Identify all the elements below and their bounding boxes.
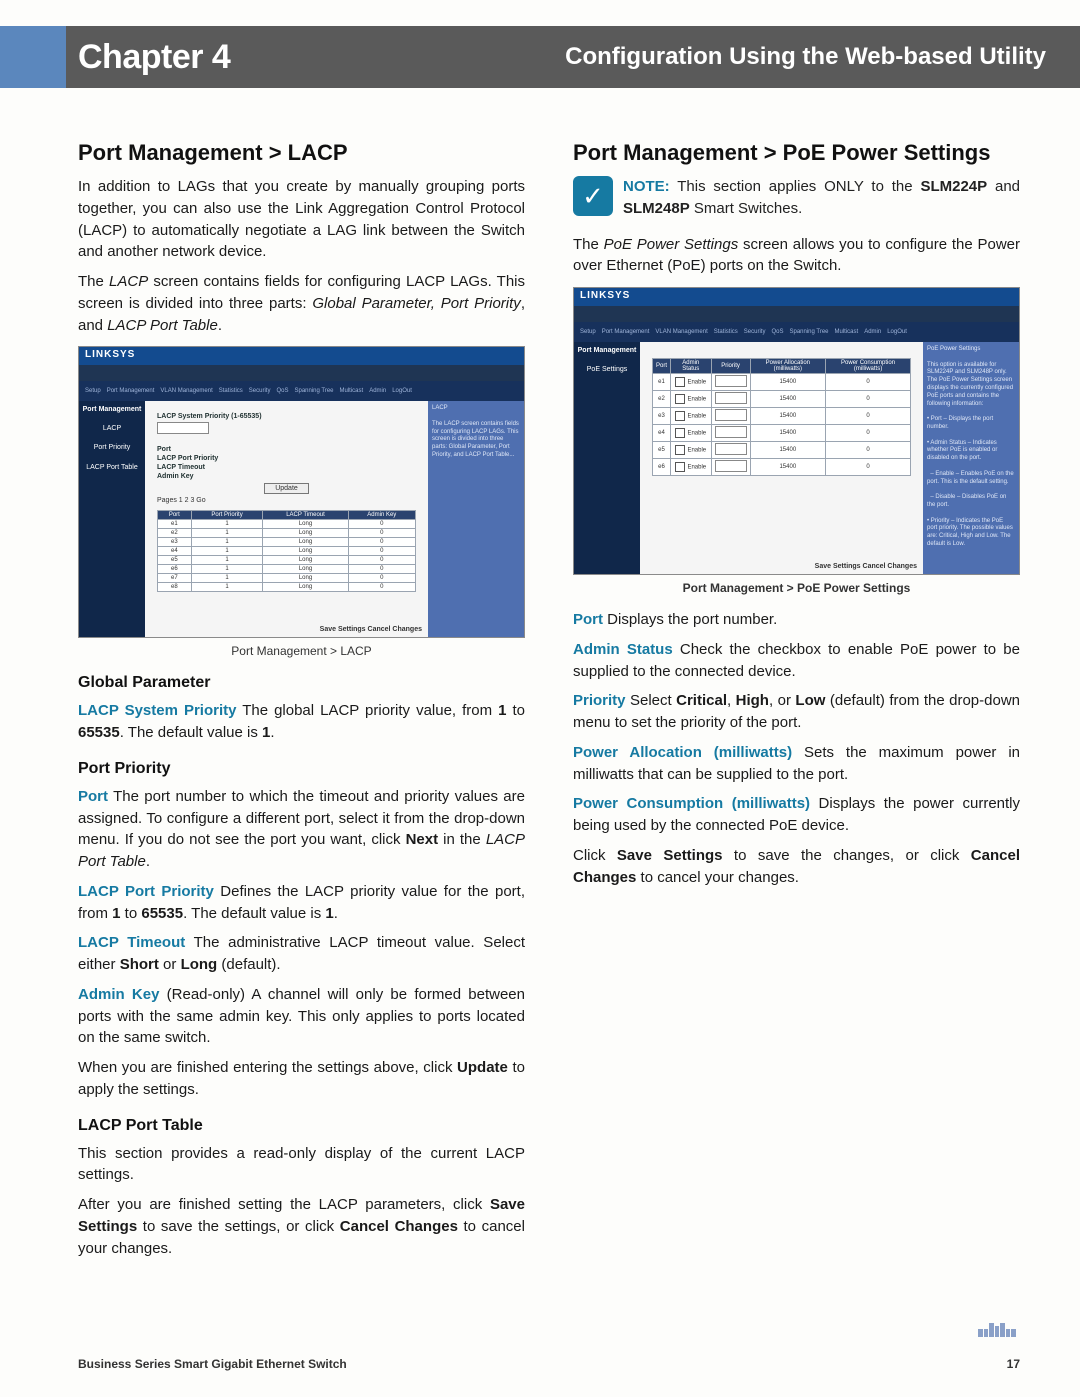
priority-select[interactable] <box>715 460 747 472</box>
paragraph: Port Displays the port number. <box>573 609 1020 631</box>
checkbox-icon[interactable] <box>675 445 685 455</box>
paragraph: The LACP screen contains fields for conf… <box>78 271 525 336</box>
paragraph: Power Consumption (milliwatts) Displays … <box>573 793 1020 837</box>
checkbox-icon[interactable] <box>675 428 685 438</box>
shot-body: Port Management LACP Port Priority LACP … <box>79 401 524 637</box>
paragraph: When you are finished entering the setti… <box>78 1057 525 1101</box>
priority-select[interactable] <box>715 443 747 455</box>
header-accent <box>0 26 66 88</box>
checkbox-icon[interactable] <box>675 394 685 404</box>
paragraph: Priority Select Critical, High, or Low (… <box>573 690 1020 734</box>
content-columns: Port Management > LACP In addition to LA… <box>78 126 1020 1339</box>
cisco-logo-icon <box>978 1323 1016 1337</box>
header-title: Configuration Using the Web-based Utilit… <box>565 43 1046 71</box>
checkbox-icon[interactable] <box>675 462 685 472</box>
shot-titlebar <box>574 306 1019 322</box>
shot-main: LACP System Priority (1-65535) Port LACP… <box>145 401 428 637</box>
page-number: 17 <box>1007 1357 1020 1371</box>
paragraph: Port The port number to which the timeou… <box>78 786 525 873</box>
priority-select[interactable] <box>715 375 747 387</box>
paragraph: LACP Timeout The administrative LACP tim… <box>78 932 525 976</box>
subheading-port-priority: Port Priority <box>78 760 525 778</box>
figure-caption: Port Management > LACP <box>78 644 525 658</box>
shot-save-row: Save Settings Cancel Changes <box>320 626 422 633</box>
subheading-lacp-port-table: LACP Port Table <box>78 1117 525 1135</box>
shot-sidebar: Port Management LACP Port Priority LACP … <box>79 401 145 637</box>
checkbox-icon[interactable] <box>675 377 685 387</box>
shot-nav: Setup Port Management VLAN Management St… <box>574 322 1019 342</box>
left-column: Port Management > LACP In addition to LA… <box>78 126 525 1339</box>
shot-titlebar <box>79 365 524 381</box>
lacp-port-table: Port Port Priority LACP Timeout Admin Ke… <box>157 510 416 592</box>
paragraph: The PoE Power Settings screen allows you… <box>573 234 1020 278</box>
paragraph: LACP Port Priority Defines the LACP prio… <box>78 881 525 925</box>
priority-select[interactable] <box>715 426 747 438</box>
paragraph: LACP System Priority The global LACP pri… <box>78 700 525 744</box>
checkmark-icon: ✓ <box>573 176 613 216</box>
section-heading-lacp: Port Management > LACP <box>78 140 525 166</box>
save-cancel-buttons[interactable]: Save Settings Cancel Changes <box>320 626 422 633</box>
priority-select[interactable] <box>715 409 747 421</box>
mini-input[interactable] <box>157 422 209 434</box>
paragraph: In addition to LAGs that you create by m… <box>78 176 525 263</box>
paragraph: After you are finished setting the LACP … <box>78 1194 525 1259</box>
subheading-global-parameter: Global Parameter <box>78 674 525 692</box>
shot-brand: LINKSYS <box>574 288 1019 306</box>
page-footer: Business Series Smart Gigabit Ethernet S… <box>78 1357 1020 1371</box>
paragraph: Power Allocation (milliwatts) Sets the m… <box>573 742 1020 786</box>
note-box: ✓ NOTE: This section applies ONLY to the… <box>573 176 1020 220</box>
chapter-label: Chapter 4 <box>78 38 230 77</box>
shot-main: Port Admin Status Priority Power Allocat… <box>640 342 923 574</box>
section-heading-poe: Port Management > PoE Power Settings <box>573 140 1020 166</box>
shot-brand: LINKSYS <box>79 347 524 365</box>
save-cancel-buttons[interactable]: Save Settings Cancel Changes <box>815 563 917 570</box>
priority-select[interactable] <box>715 392 747 404</box>
paragraph: Click Save Settings to save the changes,… <box>573 845 1020 889</box>
screenshot-lacp: LINKSYS Setup Port Management VLAN Manag… <box>78 346 525 638</box>
shot-sidebar: Port Management PoE Settings <box>574 342 640 574</box>
poe-table: Port Admin Status Priority Power Allocat… <box>652 358 911 476</box>
page: Chapter 4 Configuration Using the Web-ba… <box>0 0 1080 1397</box>
shot-nav: Setup Port Management VLAN Management St… <box>79 381 524 401</box>
update-button[interactable]: Update <box>264 483 309 494</box>
shot-help-panel: PoE Power Settings This option is availa… <box>923 342 1019 574</box>
paragraph: Admin Key (Read-only) A channel will onl… <box>78 984 525 1049</box>
footer-title: Business Series Smart Gigabit Ethernet S… <box>78 1357 347 1371</box>
paragraph: Admin Status Check the checkbox to enabl… <box>573 639 1020 683</box>
chapter-header: Chapter 4 Configuration Using the Web-ba… <box>66 26 1080 88</box>
shot-body: Port Management PoE Settings Port Admin … <box>574 342 1019 574</box>
checkbox-icon[interactable] <box>675 411 685 421</box>
right-column: Port Management > PoE Power Settings ✓ N… <box>573 126 1020 1339</box>
screenshot-poe: LINKSYS Setup Port Management VLAN Manag… <box>573 287 1020 575</box>
figure-caption: Port Management > PoE Power Settings <box>573 581 1020 595</box>
shot-help-panel: LACPThe LACP screen contains fields for … <box>428 401 524 637</box>
shot-save-row: Save Settings Cancel Changes <box>815 563 917 570</box>
note-text: NOTE: This section applies ONLY to the S… <box>623 176 1020 220</box>
paragraph: This section provides a read-only displa… <box>78 1143 525 1187</box>
